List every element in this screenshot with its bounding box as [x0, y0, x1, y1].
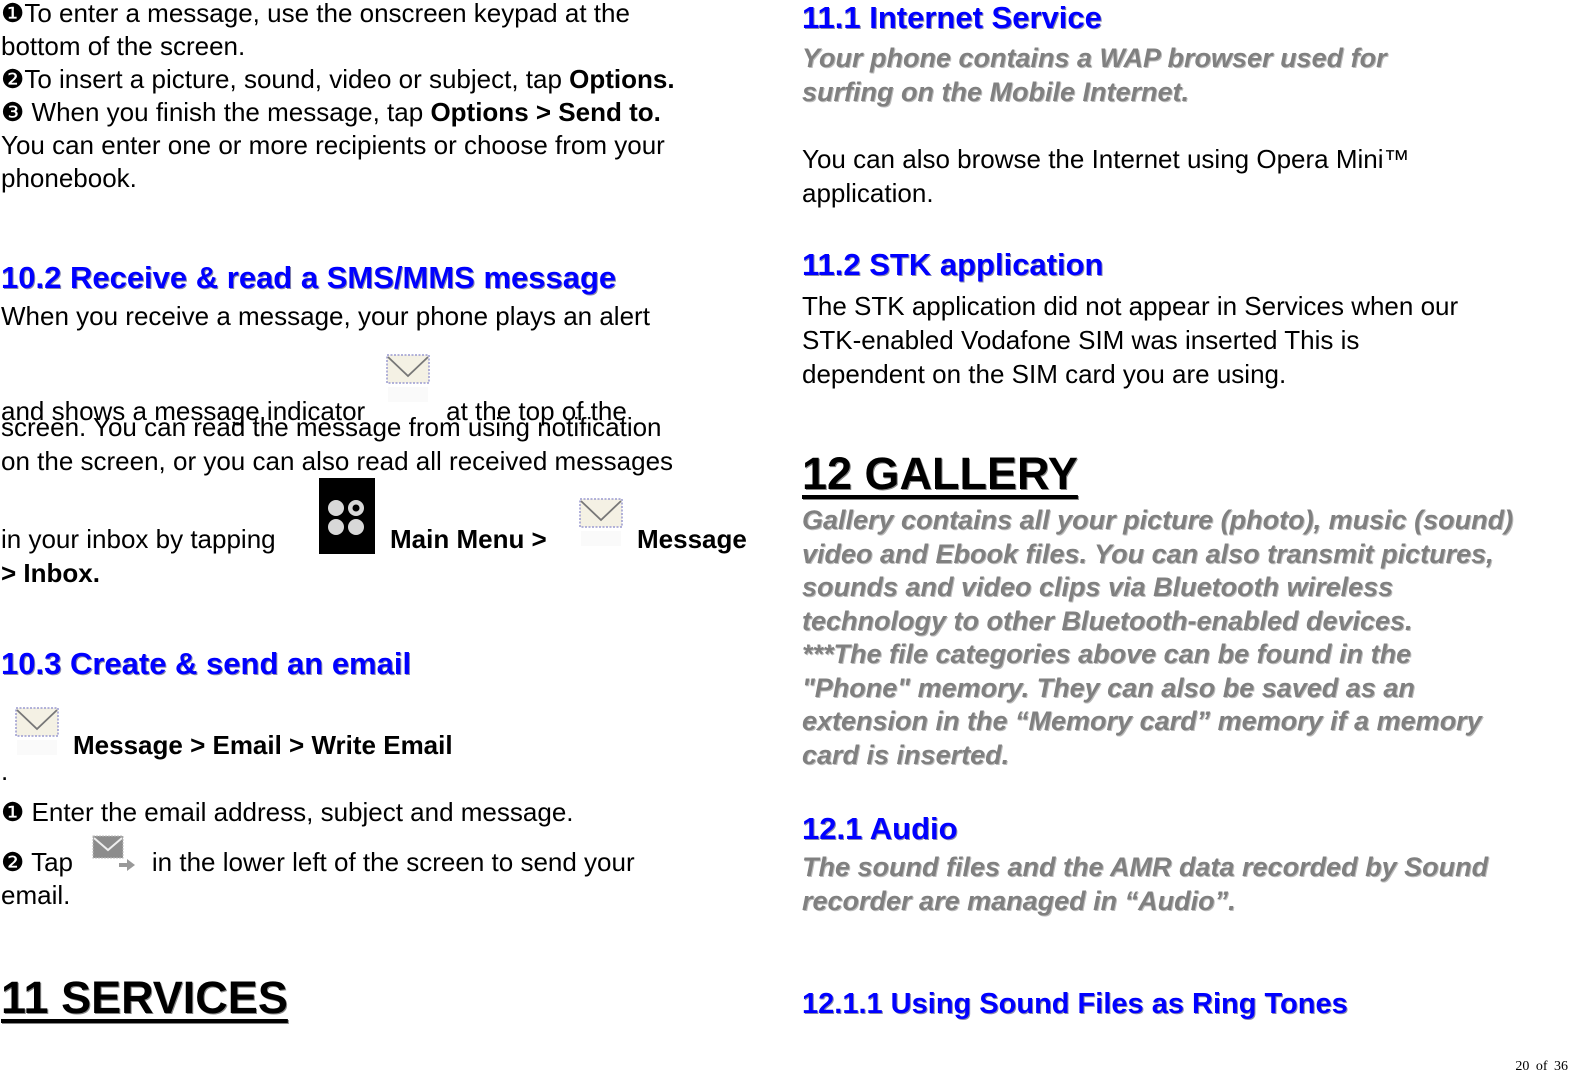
step-line: You can enter one or more recipients or … [1, 129, 675, 162]
heading-11-1: 11.1 Internet Service [802, 0, 1102, 35]
italic-line: Gallery contains all your picture (photo… [802, 505, 1514, 535]
para-line: When you receive a message, your phone p… [1, 301, 650, 331]
bullet-1: ❶ [1, 797, 25, 827]
step-text: Tap [24, 847, 73, 877]
para-line: You can also browse the Internet using O… [802, 144, 1410, 174]
italic-line: surfing on the Mobile Internet. [802, 77, 1189, 107]
italic-line: card is inserted. [802, 739, 1010, 770]
bullet-3: ❸ [1, 97, 25, 127]
heading-10-2: 10.2 Receive & read a SMS/MMS message [1, 260, 617, 295]
italic-line: recorder are managed in “Audio”. [802, 886, 1236, 916]
italic-line: sounds and video clips via Bluetooth wir… [802, 572, 1394, 602]
para-line: dependent on the SIM card you are using. [802, 359, 1287, 389]
send-email-icon [92, 835, 136, 871]
italic-line: video and Ebook files. You can also tran… [802, 538, 1494, 569]
page-of-label: of [1535, 1059, 1548, 1074]
options-label: Options. [569, 64, 675, 94]
step-text: bottom of the screen. [1, 31, 246, 61]
email-step-1: ❶ Enter the email address, subject and m… [1, 796, 574, 829]
para-line: application. [802, 178, 934, 208]
main-menu-label: Main Menu > [390, 524, 547, 554]
step-text: To insert a picture, sound, video or sub… [24, 64, 570, 94]
chapter-11-title: 11 SERVICES [1, 972, 288, 1023]
step-text: You can enter one or more recipients or … [1, 130, 665, 160]
step-line: ❷To insert a picture, sound, video or su… [1, 63, 675, 96]
heading-10-3: 10.3 Create & send an email [1, 646, 412, 681]
step-line: bottom of the screen. [1, 30, 675, 63]
step-text: Enter the email address, subject and mes… [24, 797, 574, 827]
heading-12-1-1: 12.1.1 Using Sound Files as Ring Tones [802, 988, 1348, 1020]
italic-line: ***The file categories above can be foun… [802, 639, 1412, 669]
main-menu-icon [319, 478, 375, 554]
italic-line: extension in the “Memory card” memory if… [802, 706, 1482, 736]
italic-line: technology to other Bluetooth-enabled de… [802, 605, 1413, 636]
step-line: ❶To enter a message, use the onscreen ke… [1, 0, 675, 30]
step-text: To enter a message, use the onscreen key… [24, 0, 630, 28]
stray-dot: . [1, 756, 9, 786]
total-pages: 36 [1554, 1059, 1568, 1074]
bullet-1: ❶ [1, 0, 25, 28]
heading-12-1: 12.1 Audio [802, 811, 958, 846]
step-text: in the lower left of the screen to send … [151, 847, 635, 877]
email-step-2-end: email. [1, 880, 71, 910]
italic-line: The sound files and the AMR data recorde… [802, 852, 1489, 882]
italic-line: "Phone" memory. They can also be saved a… [802, 672, 1415, 703]
email-path-label: Message > Email > Write Email [73, 730, 453, 760]
current-page: 20 [1515, 1059, 1530, 1074]
message-envelope-icon [384, 354, 432, 404]
para-line: The STK application did not appear in Se… [802, 291, 1459, 321]
gallery-description: Gallery contains all your picture (photo… [802, 504, 1513, 772]
page-number: 20 of 36 [1515, 1059, 1568, 1075]
step-line: ❸ When you finish the message, tap Optio… [1, 96, 675, 129]
para-line: on the screen, or you can also read all … [1, 446, 674, 476]
email-step-2: ❷ Tap in the lower left of the screen to… [1, 833, 635, 877]
para-line: screen. You can read the message from us… [1, 412, 662, 442]
heading-11-2: 11.2 STK application [802, 247, 1104, 282]
step-text: phonebook. [1, 163, 137, 193]
step-text: When you finish the message, tap [24, 97, 431, 127]
send-to-label: Options > Send to. [430, 97, 661, 127]
chapter-12-title: 12 GALLERY [802, 448, 1078, 499]
inbox-label: > Inbox. [1, 558, 100, 588]
step-line: phonebook. [1, 162, 675, 195]
para-text: in your inbox by tapping [1, 524, 276, 554]
bullet-2: ❷ [1, 847, 25, 877]
message-envelope-icon [15, 707, 59, 757]
para-line-indicator: and shows a message indicator at the top… [1, 354, 627, 426]
bullet-2: ❷ [1, 64, 25, 94]
message-label: Message [637, 524, 747, 554]
para-line: STK-enabled Vodafone SIM was inserted Th… [802, 325, 1360, 355]
message-envelope-icon [579, 498, 623, 548]
intro-steps: ❶To enter a message, use the onscreen ke… [1, 0, 675, 195]
italic-line: Your phone contains a WAP browser used f… [802, 43, 1387, 73]
